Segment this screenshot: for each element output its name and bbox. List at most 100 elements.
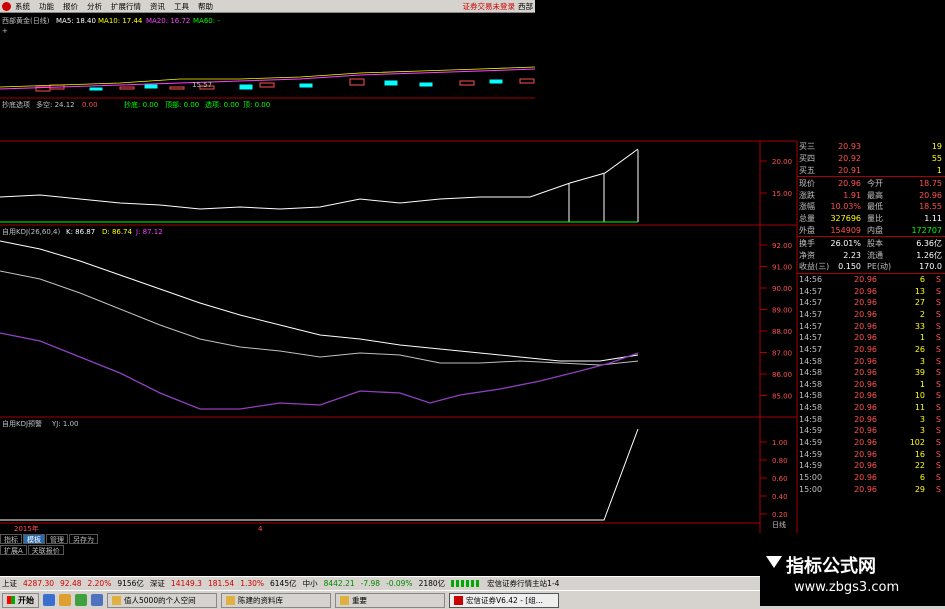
tick-volume: 29	[914, 484, 925, 494]
stat-value: 6.36亿	[916, 238, 942, 248]
menu-system[interactable]: 系统	[15, 1, 30, 12]
tick-side: S	[935, 438, 941, 448]
stat-row: 收益(三) 0.150 PE(动) 170.0	[797, 261, 945, 273]
menu-tools[interactable]: 工具	[174, 1, 189, 12]
stat-value: 327696	[830, 214, 861, 224]
tab-extension-a[interactable]: 扩展A	[0, 545, 27, 555]
tick-row: 14:58 20.96 3 S	[797, 413, 945, 425]
month-marker: 4	[258, 525, 263, 533]
tab-manage[interactable]: 管理	[46, 533, 68, 544]
alert-axis-label: 0.80	[772, 457, 788, 465]
kdj-title: 自用KDJ(26,60,4)	[2, 227, 60, 236]
tick-volume: 26	[914, 344, 925, 354]
taskbar-item-important[interactable]: 重要	[335, 592, 445, 608]
tick-side: S	[935, 403, 941, 413]
status-item: 181.54	[207, 579, 235, 588]
kdj-axis-label: 91.00	[772, 264, 792, 272]
trade-login-status[interactable]: 证券交易未登录	[463, 1, 516, 12]
indicator1-value: 0.00	[82, 101, 98, 109]
stat-value: 170.0	[919, 262, 942, 272]
bid-price: 20.93	[838, 142, 861, 152]
tick-side: S	[935, 379, 941, 389]
bid-label: 买四	[799, 154, 815, 164]
tick-time: 14:57	[799, 310, 823, 319]
status-item: 14149.3	[170, 579, 202, 588]
tick-time: 14:57	[799, 286, 823, 296]
quicklaunch-folder-icon[interactable]	[59, 594, 71, 606]
candle	[459, 80, 475, 86]
menu-quote[interactable]: 报价	[63, 1, 78, 12]
quicklaunch-desktop-icon[interactable]	[91, 594, 103, 606]
bid-price: 20.92	[838, 154, 861, 164]
menu-news[interactable]: 资讯	[150, 1, 165, 12]
taskbar-item-blog[interactable]: 值人5000的个人空间	[107, 592, 217, 608]
tick-row: 14:59 20.96 16 S	[797, 448, 945, 460]
stat-row: 总量 327696 量比 1.11	[797, 213, 945, 225]
tick-price: 20.96	[854, 333, 877, 343]
period-label[interactable]: 日线	[760, 520, 798, 532]
stat-row: 外盘 154909 内盘 172707	[797, 225, 945, 237]
tick-side: S	[935, 333, 941, 343]
tick-side: S	[935, 310, 941, 319]
tab-save-as[interactable]: 另存为	[69, 533, 98, 544]
tab-related-quote[interactable]: 关联报价	[27, 545, 64, 555]
taskbar-item-trading-app[interactable]: 宏信证券V6.42 - [组...	[449, 592, 559, 608]
status-item: 中小	[302, 579, 318, 588]
candle	[299, 83, 313, 88]
tick-row: 14:58 20.96 1 S	[797, 379, 945, 391]
kdj-axis-label: 85.00	[772, 393, 792, 401]
tick-price: 20.96	[854, 414, 877, 424]
tick-side: S	[935, 321, 941, 331]
candle	[239, 84, 253, 90]
menu-function[interactable]: 功能	[39, 1, 54, 12]
status-item: 2180亿	[418, 579, 446, 588]
tick-time: 14:59	[799, 449, 823, 459]
stat-value: 20.96	[838, 178, 861, 188]
tick-time: 14:57	[799, 333, 823, 343]
tab-template[interactable]: 模板	[23, 533, 45, 544]
year-label: 2015年	[14, 524, 39, 533]
tick-price: 20.96	[854, 286, 877, 296]
tick-side: S	[935, 414, 941, 424]
tick-side: S	[935, 472, 941, 482]
tick-price: 20.96	[854, 310, 877, 319]
tick-volume: 27	[914, 298, 925, 308]
tick-price: 20.96	[854, 368, 877, 378]
menu-extended-market[interactable]: 扩展行情	[111, 1, 141, 12]
stat-label: PE(动)	[867, 262, 892, 272]
tick-volume: 2	[919, 310, 925, 319]
tick-volume: 3	[919, 356, 925, 366]
kdj-axis-label: 89.00	[772, 307, 792, 315]
ma10-line	[0, 66, 536, 88]
quicklaunch-ie-icon[interactable]	[43, 594, 55, 606]
kdj-alert-axis: 1.00 0.80 0.60 0.40 0.20	[760, 439, 788, 519]
tick-price: 20.96	[854, 356, 877, 366]
stat-value: 2.23	[843, 250, 861, 260]
stat-value: 18.55	[919, 202, 942, 212]
stat-row: 现价 20.96 今开 18.75	[797, 177, 945, 189]
candle	[89, 87, 103, 91]
stat-label: 涨幅	[799, 202, 815, 212]
start-button[interactable]: 开始	[2, 592, 39, 608]
tick-row: 14:58 20.96 39 S	[797, 367, 945, 379]
tick-volume: 13	[914, 286, 925, 296]
alert-axis-label: 1.00	[772, 439, 788, 447]
tick-volume: 11	[914, 403, 925, 413]
kline-marker: +	[2, 27, 8, 35]
candle	[259, 82, 275, 88]
indicator1-dingbu: 顶部: 0.00	[165, 100, 199, 109]
menu-analysis[interactable]: 分析	[87, 1, 102, 12]
stat-value: 172707	[911, 225, 942, 235]
quicklaunch-app-icon[interactable]	[75, 594, 87, 606]
tick-price: 20.96	[854, 426, 877, 436]
menu-help[interactable]: 帮助	[198, 1, 213, 12]
tick-side: S	[935, 286, 941, 296]
stat-value: 1.11	[924, 214, 942, 224]
tab-indicator[interactable]: 指标	[0, 533, 22, 544]
tick-time: 14:58	[799, 368, 823, 378]
stat-label: 流通	[867, 250, 883, 260]
taskbar-item-library[interactable]: 陈建的资料库	[221, 592, 331, 608]
status-item: 6145亿	[270, 579, 297, 588]
stat-label: 总量	[799, 214, 815, 224]
candle	[169, 86, 185, 90]
